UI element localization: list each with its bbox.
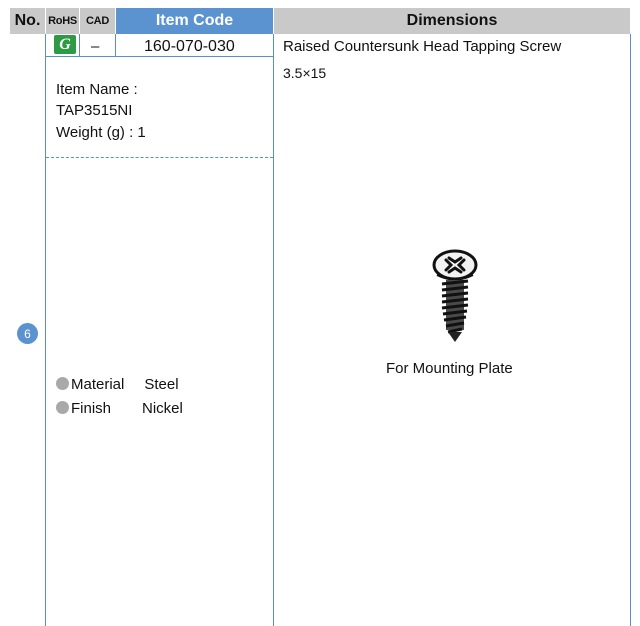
grid-line [45, 56, 273, 57]
grid-line [45, 34, 46, 626]
finish-spec: Finish Nickel [56, 400, 183, 417]
grid-line [273, 34, 274, 626]
item-code-value[interactable]: 160-070-030 [144, 38, 235, 56]
size-text: 3.5×15 [283, 65, 327, 81]
header-dimensions: Dimensions [274, 8, 630, 34]
header-cad: CAD [80, 8, 115, 34]
bullet-icon [56, 401, 69, 414]
usage-caption: For Mounting Plate [386, 360, 513, 377]
bullet-icon [56, 377, 69, 390]
header-item-code: Item Code [116, 8, 273, 34]
header-rohs: RoHS [46, 8, 79, 34]
grid-line [115, 34, 116, 56]
description-text: Raised Countersunk Head Tapping Screw [283, 38, 562, 55]
header-no: No. [10, 8, 45, 34]
rohs-compliant-icon: G [54, 35, 76, 54]
tapping-screw-icon [432, 249, 478, 342]
grid-line [79, 34, 80, 56]
row-number-badge: 6 [17, 323, 38, 344]
item-name-label: Item Name : [56, 81, 138, 98]
weight-value: Weight (g) : 1 [56, 124, 146, 141]
item-name-value: TAP3515NI [56, 102, 133, 119]
grid-line [630, 34, 631, 626]
cad-value: – [91, 38, 100, 55]
dashed-divider [46, 157, 273, 158]
material-spec: Material Steel [56, 376, 179, 393]
